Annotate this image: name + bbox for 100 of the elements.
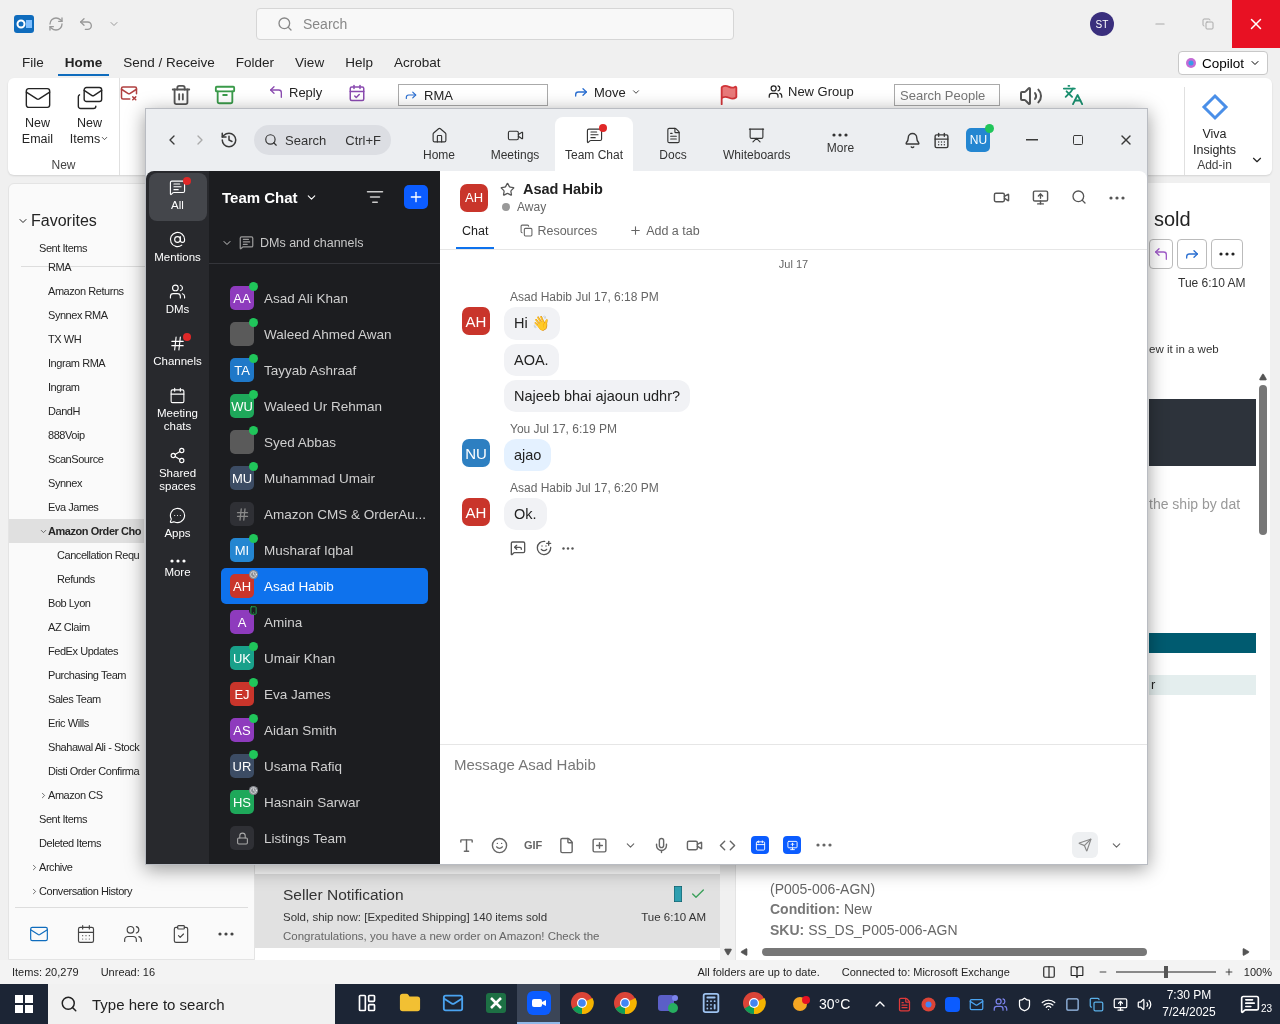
sidebar-nav-item[interactable]: More (148, 553, 207, 601)
menu-tab[interactable]: Send / Receive (116, 50, 222, 76)
folder-item[interactable]: Amazon Returns (9, 279, 144, 303)
search-field[interactable]: Search Ctrl+F (254, 125, 391, 155)
folder-item[interactable]: Ingram (9, 375, 144, 399)
reply-button[interactable]: Reply (268, 84, 323, 100)
display-tray-icon[interactable] (1113, 996, 1129, 1012)
calendar-icon[interactable] (76, 923, 97, 944)
contact-item[interactable]: TA Tayyab Ashraaf (221, 352, 428, 388)
flag-icon[interactable] (718, 84, 740, 106)
folder-item[interactable]: Archive (9, 855, 144, 879)
folder-item[interactable]: 888Voip (9, 423, 144, 447)
folder-item[interactable]: Synnex RMA (9, 303, 144, 327)
contact-item[interactable]: UK Umair Khan (221, 640, 428, 676)
contact-item[interactable]: EJ Eva James (221, 676, 428, 712)
contact-item[interactable]: MI Musharaf Iqbal (221, 532, 428, 568)
folder-item[interactable]: FedEx Updates (9, 639, 144, 663)
sidebar-title[interactable]: Team Chat (222, 188, 318, 206)
folder-item[interactable]: Ingram RMA (9, 351, 144, 375)
sidebar-nav-item[interactable]: All (148, 173, 207, 221)
folder-item[interactable]: DandH (9, 399, 144, 423)
scrollbar-thumb[interactable] (762, 948, 1147, 956)
nav-tab[interactable]: Team Chat (555, 117, 634, 171)
nav-tab[interactable]: Home (403, 117, 475, 171)
reply-all-button[interactable] (1149, 239, 1173, 269)
browser-tray-icon[interactable] (921, 996, 937, 1012)
folder-group-header[interactable]: Favorites (9, 210, 144, 232)
sidebar-nav-item[interactable]: Shared spaces (148, 441, 207, 497)
new-items-button[interactable]: New Items (66, 84, 113, 158)
share-screen-icon[interactable] (1032, 189, 1049, 206)
menu-tab[interactable]: Home (57, 50, 110, 76)
move-button[interactable]: Move (573, 84, 641, 100)
folder-item[interactable]: Eva James (9, 495, 144, 519)
viva-insights-button[interactable]: Viva Insights (1191, 93, 1238, 158)
taskbar-search-field[interactable]: Type here to search (48, 984, 335, 1024)
contact-item[interactable]: AS Aidan Smith (221, 712, 428, 748)
folder-item[interactable]: Purchasing Team (9, 663, 144, 687)
chat-tab[interactable]: Resources (514, 224, 604, 249)
normal-view-icon[interactable] (1041, 965, 1056, 979)
add-button[interactable] (404, 185, 428, 209)
weather-widget[interactable]: 30°C (791, 995, 851, 1013)
folder-item[interactable]: Deleted Items (9, 831, 144, 855)
folder-item[interactable]: Shahawal Ali - Stock (9, 735, 144, 759)
add-reaction-icon[interactable] (536, 540, 552, 556)
menu-tab[interactable]: Acrobat (386, 50, 448, 76)
ignore-mail-icon[interactable] (120, 84, 138, 102)
contact-item[interactable]: HS Hasnain Sarwar (221, 784, 428, 820)
reading-view-icon[interactable] (1069, 965, 1084, 979)
contact-item[interactable]: A Amina (221, 604, 428, 640)
folder-item[interactable]: Amazon CS (9, 783, 144, 807)
folder-item[interactable]: Conversation History (9, 879, 144, 903)
folder-item[interactable]: Synnex (9, 471, 144, 495)
folder-item[interactable]: AZ Claim (9, 615, 144, 639)
contact-item[interactable]: WU Waleed Ur Rehman (221, 388, 428, 424)
contact-item[interactable]: AH Asad Habib (221, 568, 428, 604)
nav-tab[interactable]: Whiteboards (713, 117, 801, 171)
message-item[interactable]: Seller Notification Sold, ship now: [Expedited Shipping] 140 items sold Tue 6:10 AM Congratulations, you have a new order on Amazon! Check the (255, 874, 720, 948)
people-icon[interactable] (123, 923, 144, 944)
folder-item[interactable]: TX WH (9, 327, 144, 351)
nav-tab[interactable]: Docs (637, 117, 710, 171)
folder-item[interactable]: Cancellation Requ (9, 543, 144, 567)
volume-icon[interactable] (1137, 996, 1153, 1012)
gif-button[interactable]: GIF (520, 835, 547, 855)
folder-item[interactable]: ScanSource (9, 447, 144, 471)
contact-item[interactable]: MU Muhammad Umair (221, 460, 428, 496)
folder-item[interactable]: Bob Lyon (9, 591, 144, 615)
scroll-down-icon[interactable] (723, 948, 732, 956)
sidebar-nav-item[interactable]: DMs (148, 277, 207, 325)
mail-tray-icon[interactable] (969, 996, 985, 1012)
network-tray-icon[interactable] (1041, 996, 1057, 1012)
folder-item[interactable]: Amazon Order Cho (9, 519, 144, 543)
app-tray-icon[interactable] (1089, 996, 1105, 1012)
folder-item[interactable]: Refunds (9, 567, 144, 591)
folder-item[interactable]: Disti Order Confirma (9, 759, 144, 783)
new-group-button[interactable]: New Group (768, 84, 854, 99)
avatar[interactable]: ST (1090, 12, 1114, 36)
sidebar-nav-item[interactable]: Meeting chats (148, 381, 207, 437)
section-header[interactable]: DMs and channels (209, 230, 440, 264)
star-icon[interactable] (500, 181, 515, 197)
sidebar-nav-item[interactable]: Apps (148, 501, 207, 549)
search-people-field[interactable]: Search People (894, 84, 1000, 106)
contact-item[interactable]: Syed Abbas (221, 424, 428, 460)
reply-icon[interactable] (510, 540, 526, 556)
folder-item[interactable]: Sent Items (9, 807, 144, 831)
menu-tab[interactable]: Folder (228, 50, 282, 76)
delete-icon[interactable] (170, 84, 192, 106)
sidebar-nav-item[interactable]: Channels (148, 329, 207, 377)
contact-item[interactable]: Amazon CMS & OrderAu... (221, 496, 428, 532)
nav-tab[interactable]: Meetings (479, 117, 551, 171)
more-icon[interactable] (562, 546, 574, 550)
forward-button[interactable] (1177, 239, 1207, 269)
archive-icon[interactable] (214, 84, 236, 106)
clock[interactable]: 7:30 PM 7/24/2025 (1162, 987, 1216, 1021)
shield-tray-icon[interactable] (1017, 996, 1033, 1012)
chat-tab[interactable]: Chat (456, 224, 495, 249)
more-icon[interactable] (1109, 195, 1125, 200)
translate-icon[interactable] (1062, 84, 1084, 106)
scrollbar-thumb[interactable] (1259, 385, 1267, 535)
contact-item[interactable]: Waleed Ahmed Awan (221, 316, 428, 352)
pdf-tray-icon[interactable] (897, 996, 913, 1012)
